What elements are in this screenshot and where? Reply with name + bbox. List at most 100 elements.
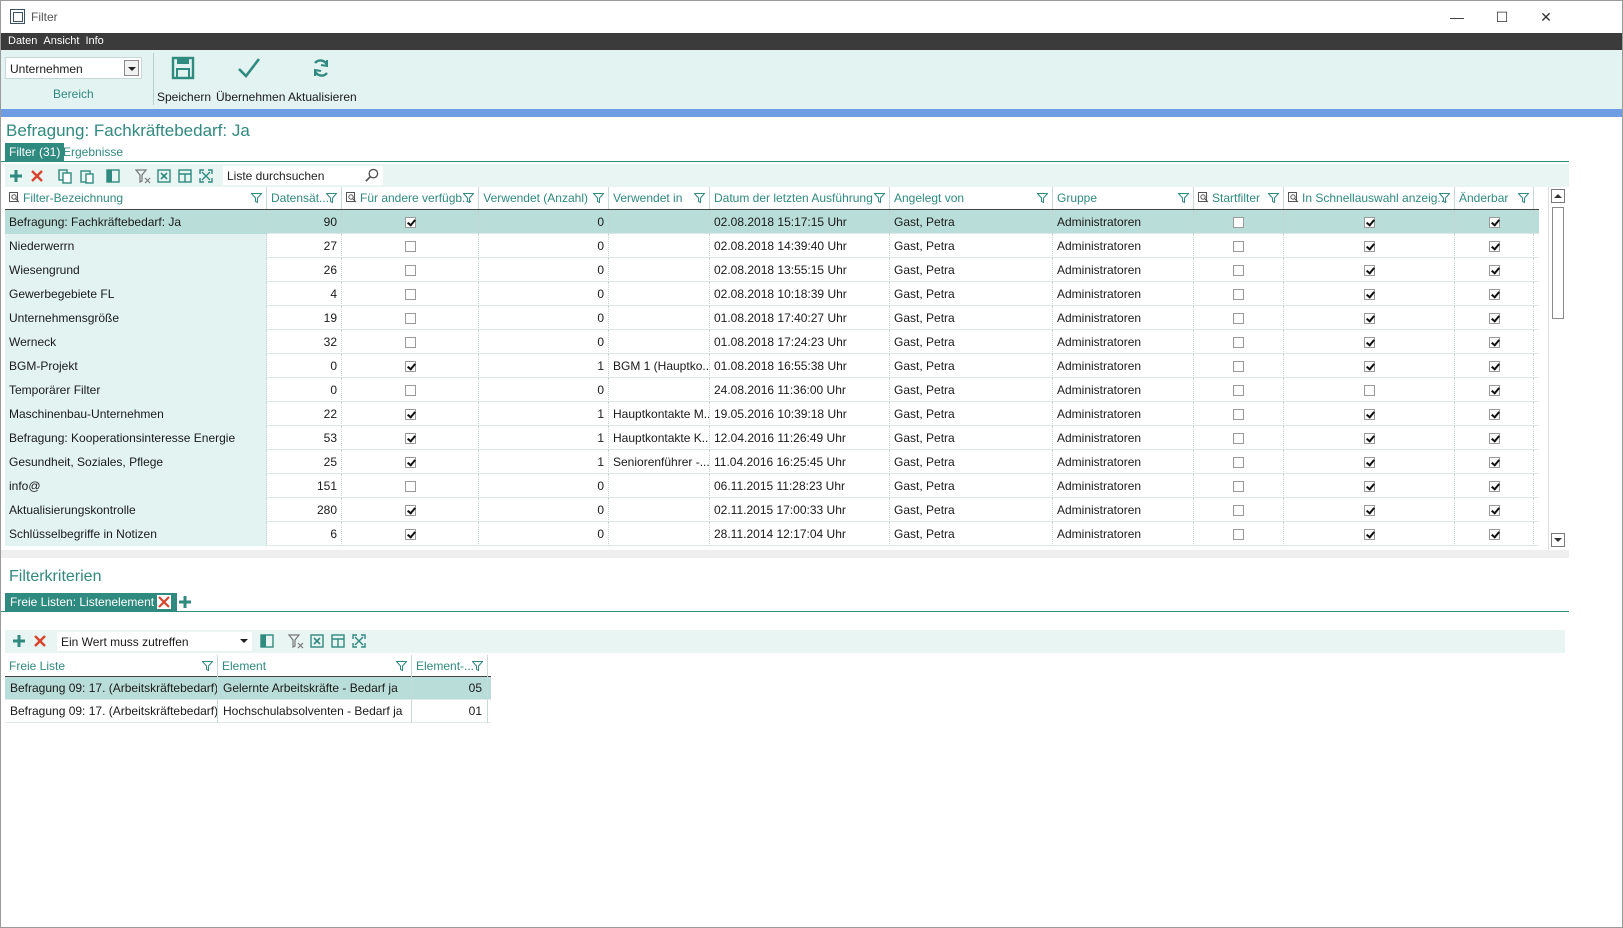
- columns-icon[interactable]: [259, 633, 275, 649]
- col-header-angelegt-von[interactable]: Angelegt von: [890, 187, 1053, 209]
- close-button[interactable]: ✕: [1523, 1, 1569, 33]
- checkbox[interactable]: [1363, 457, 1375, 469]
- filter-icon[interactable]: [472, 661, 483, 671]
- checkbox[interactable]: [1363, 409, 1375, 421]
- checkbox[interactable]: [1363, 337, 1375, 349]
- col-header-schnellauswahl[interactable]: In Schnellauswahl anzeig...: [1284, 187, 1455, 209]
- col-header-datensaetze[interactable]: Datensät...: [267, 187, 342, 209]
- col-header-verwendet-anzahl[interactable]: Verwendet (Anzahl): [479, 187, 609, 209]
- apply-button[interactable]: Übernehmen: [216, 54, 285, 104]
- tab-ergebnisse[interactable]: Ergebnisse: [63, 143, 123, 161]
- checkbox[interactable]: [1233, 289, 1244, 301]
- col-header-filter-bezeichnung[interactable]: Filter-Bezeichnung: [5, 187, 267, 209]
- tab-freie-listen[interactable]: Freie Listen: Listenelement (2): [5, 593, 178, 611]
- excel-export-icon[interactable]: [309, 633, 325, 649]
- table-row[interactable]: Schlüsselbegriffe in Notizen 6 0 28.11.2014…: [5, 522, 1539, 546]
- table-row[interactable]: Wiesengrund 26 0 02.08.2018 13:55:15 Uhr Gas…: [5, 258, 1539, 282]
- col-header-fuer-andere-verfuegbar[interactable]: Für andere verfügb...: [342, 187, 479, 209]
- table-row[interactable]: BGM-Projekt 0 1 BGM 1 (Hauptko... 01.08.2018…: [5, 354, 1539, 378]
- checkbox[interactable]: [404, 337, 416, 349]
- column-search-icon[interactable]: [346, 192, 357, 203]
- checkbox[interactable]: [404, 457, 416, 469]
- refresh-button[interactable]: Aktualisieren: [288, 54, 357, 104]
- checkbox[interactable]: [1233, 361, 1244, 373]
- search-input[interactable]: Liste durchsuchen: [223, 166, 383, 185]
- checkbox[interactable]: [1233, 433, 1244, 445]
- menu-daten[interactable]: Daten: [5, 33, 40, 50]
- checkbox[interactable]: [1233, 481, 1244, 493]
- checkbox[interactable]: [404, 265, 416, 277]
- filter-icon[interactable]: [251, 193, 262, 203]
- filter-icon[interactable]: [694, 193, 705, 203]
- checkbox[interactable]: [404, 361, 416, 373]
- menu-ansicht[interactable]: Ansicht: [40, 33, 82, 50]
- checkbox[interactable]: [1488, 217, 1500, 229]
- checkbox[interactable]: [1363, 217, 1375, 229]
- checkbox[interactable]: [1363, 313, 1375, 325]
- scroll-down-arrow[interactable]: [1551, 533, 1565, 547]
- checkbox[interactable]: [1233, 265, 1244, 277]
- table-row[interactable]: Werneck 32 0 01.08.2018 17:24:23 Uhr Gast, P…: [5, 330, 1539, 354]
- col-header-verwendet-in[interactable]: Verwendet in: [609, 187, 710, 209]
- checkbox[interactable]: [1363, 385, 1375, 397]
- menu-info[interactable]: Info: [82, 33, 106, 50]
- checkbox[interactable]: [404, 481, 416, 493]
- checkbox[interactable]: [1488, 529, 1500, 541]
- paste-icon[interactable]: [79, 168, 95, 184]
- fit-columns-icon[interactable]: [351, 633, 367, 649]
- delete-icon[interactable]: [29, 168, 45, 184]
- checkbox[interactable]: [1233, 241, 1244, 253]
- table-row[interactable]: Gewerbegebiete FL 4 0 02.08.2018 10:18:39 U…: [5, 282, 1539, 306]
- col-header-gruppe[interactable]: Gruppe: [1053, 187, 1194, 209]
- clear-filter-icon[interactable]: [288, 633, 304, 649]
- remove-criteria-icon[interactable]: [156, 594, 172, 610]
- col-header-aenderbar[interactable]: Änderbar: [1455, 187, 1534, 209]
- col-header-freie-liste[interactable]: Freie Liste: [5, 655, 218, 677]
- checkbox[interactable]: [1363, 241, 1375, 253]
- checkbox[interactable]: [1488, 265, 1500, 277]
- checkbox[interactable]: [1363, 361, 1375, 373]
- add-criteria-icon[interactable]: [177, 594, 193, 610]
- vertical-scrollbar[interactable]: [1548, 187, 1566, 550]
- checkbox[interactable]: [404, 409, 416, 421]
- tab-filter[interactable]: Filter (31): [5, 143, 65, 161]
- column-search-icon[interactable]: [9, 192, 20, 203]
- search-icon[interactable]: [364, 168, 379, 183]
- checkbox[interactable]: [404, 241, 416, 253]
- filter-icon[interactable]: [593, 193, 604, 203]
- checkbox[interactable]: [404, 433, 416, 445]
- chevron-down-icon[interactable]: [124, 60, 139, 76]
- filter-icon[interactable]: [326, 193, 337, 203]
- filter-icon[interactable]: [1518, 193, 1529, 203]
- table-row[interactable]: info@ 151 0 06.11.2015 11:28:23 Uhr Gast, Pe…: [5, 474, 1539, 498]
- filter-icon[interactable]: [874, 193, 885, 203]
- checkbox[interactable]: [1488, 241, 1500, 253]
- checkbox[interactable]: [1363, 433, 1375, 445]
- checkbox[interactable]: [1488, 289, 1500, 301]
- checkbox[interactable]: [404, 217, 416, 229]
- checkbox[interactable]: [1363, 289, 1375, 301]
- checkbox[interactable]: [404, 529, 416, 541]
- checkbox[interactable]: [1488, 361, 1500, 373]
- add-icon[interactable]: [8, 168, 24, 184]
- checkbox[interactable]: [1488, 313, 1500, 325]
- checkbox[interactable]: [1233, 337, 1244, 349]
- checkbox[interactable]: [1363, 481, 1375, 493]
- checkbox[interactable]: [1488, 457, 1500, 469]
- filter-icon[interactable]: [1439, 193, 1450, 203]
- filter-icon[interactable]: [1178, 193, 1189, 203]
- table-row[interactable]: Befragung: Kooperationsinteresse Energie…: [5, 426, 1539, 450]
- scroll-thumb[interactable]: [1552, 207, 1564, 319]
- col-header-datum-letzte-ausfuehrung[interactable]: Datum der letzten Ausführung: [710, 187, 890, 209]
- col-header-startfilter[interactable]: Startfilter: [1194, 187, 1284, 209]
- add-icon[interactable]: [11, 633, 27, 649]
- checkbox[interactable]: [1488, 481, 1500, 493]
- filter-icon[interactable]: [463, 193, 474, 203]
- table-layout-icon[interactable]: [177, 168, 193, 184]
- filter-icon[interactable]: [202, 661, 213, 671]
- scroll-up-arrow[interactable]: [1551, 189, 1565, 203]
- checkbox[interactable]: [404, 385, 416, 397]
- checkbox[interactable]: [1233, 217, 1244, 229]
- table-row[interactable]: Befragung 09: 17. (Arbeitskräftebedarf) G…: [5, 677, 491, 700]
- bereich-select[interactable]: Unternehmen: [5, 57, 142, 79]
